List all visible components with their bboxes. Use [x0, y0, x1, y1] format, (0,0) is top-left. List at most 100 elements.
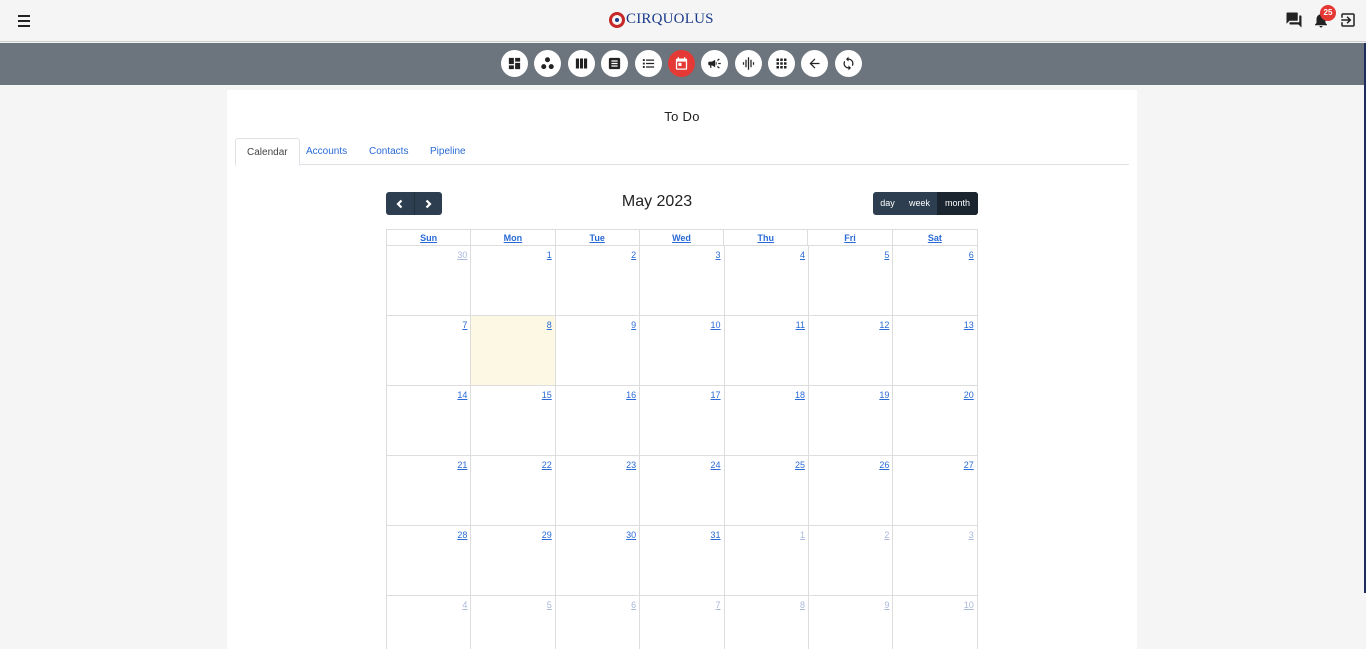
day-cell[interactable]: 14	[387, 386, 472, 455]
columns-icon[interactable]	[568, 50, 595, 77]
day-number[interactable]: 5	[547, 600, 552, 610]
day-number[interactable]: 19	[879, 390, 889, 400]
day-number[interactable]: 18	[795, 390, 805, 400]
calendar-icon[interactable]	[668, 50, 695, 77]
megaphone-icon[interactable]	[701, 50, 728, 77]
day-number[interactable]: 7	[462, 320, 467, 330]
day-cell[interactable]: 5	[809, 246, 894, 315]
dashboard-icon[interactable]	[501, 50, 528, 77]
day-number[interactable]: 30	[626, 530, 636, 540]
day-number[interactable]: 23	[626, 460, 636, 470]
view-week-button[interactable]: week	[902, 192, 937, 215]
day-cell[interactable]: 17	[640, 386, 725, 455]
day-number[interactable]: 22	[542, 460, 552, 470]
day-cell[interactable]: 19	[809, 386, 894, 455]
view-month-button[interactable]: month	[937, 192, 978, 215]
day-cell[interactable]: 25	[725, 456, 809, 525]
next-month-button[interactable]	[415, 192, 443, 215]
day-cell[interactable]: 4	[387, 596, 472, 649]
tab-calendar[interactable]: Calendar	[235, 138, 300, 166]
day-number[interactable]: 7	[716, 600, 721, 610]
day-number[interactable]: 2	[884, 530, 889, 540]
day-cell[interactable]: 18	[725, 386, 809, 455]
day-cell[interactable]: 2	[556, 246, 641, 315]
day-cell[interactable]: 3	[893, 526, 978, 595]
day-cell[interactable]: 23	[556, 456, 641, 525]
day-number[interactable]: 30	[457, 250, 467, 260]
weekday-thu[interactable]: Thu	[724, 230, 809, 245]
day-cell[interactable]: 20	[893, 386, 978, 455]
day-number[interactable]: 9	[884, 600, 889, 610]
day-number[interactable]: 20	[964, 390, 974, 400]
day-cell[interactable]: 15	[471, 386, 556, 455]
day-cell[interactable]: 16	[556, 386, 641, 455]
apps-grid-icon[interactable]	[768, 50, 795, 77]
day-number[interactable]: 1	[547, 250, 552, 260]
document-list-icon[interactable]	[601, 50, 628, 77]
weekday-tue[interactable]: Tue	[556, 230, 640, 245]
day-number[interactable]: 24	[711, 460, 721, 470]
day-number[interactable]: 25	[795, 460, 805, 470]
day-cell-today[interactable]: 8	[471, 316, 556, 385]
day-cell[interactable]: 3	[640, 246, 725, 315]
day-cell[interactable]: 9	[809, 596, 894, 649]
day-cell[interactable]: 12	[809, 316, 894, 385]
day-cell[interactable]: 10	[893, 596, 978, 649]
day-number[interactable]: 13	[964, 320, 974, 330]
day-number[interactable]: 15	[542, 390, 552, 400]
day-cell[interactable]: 9	[556, 316, 641, 385]
day-number[interactable]: 8	[800, 600, 805, 610]
day-number[interactable]: 10	[964, 600, 974, 610]
tab-accounts[interactable]: Accounts	[295, 138, 358, 165]
day-cell[interactable]: 1	[725, 526, 809, 595]
day-number[interactable]: 17	[711, 390, 721, 400]
day-number[interactable]: 3	[969, 530, 974, 540]
day-number[interactable]: 4	[462, 600, 467, 610]
day-number[interactable]: 26	[879, 460, 889, 470]
brand-logo[interactable]: CIRQUOLUS	[609, 11, 714, 28]
day-number[interactable]: 11	[796, 320, 805, 330]
day-cell[interactable]: 22	[471, 456, 556, 525]
day-cell[interactable]: 7	[640, 596, 725, 649]
prev-month-button[interactable]	[386, 192, 414, 215]
day-number[interactable]: 4	[800, 250, 805, 260]
day-cell[interactable]: 11	[725, 316, 809, 385]
audio-wave-icon[interactable]	[735, 50, 762, 77]
day-cell[interactable]: 24	[640, 456, 725, 525]
day-cell[interactable]: 6	[893, 246, 978, 315]
day-cell[interactable]: 7	[387, 316, 472, 385]
day-cell[interactable]: 31	[640, 526, 725, 595]
weekday-sun[interactable]: Sun	[387, 230, 472, 245]
day-cell[interactable]: 26	[809, 456, 894, 525]
day-cell[interactable]: 28	[387, 526, 472, 595]
day-cell[interactable]: 21	[387, 456, 472, 525]
weekday-sat[interactable]: Sat	[893, 230, 977, 245]
day-cell[interactable]: 30	[387, 246, 472, 315]
day-number[interactable]: 31	[711, 530, 721, 540]
day-number[interactable]: 27	[964, 460, 974, 470]
chat-icon[interactable]	[1285, 11, 1303, 29]
day-number[interactable]: 29	[542, 530, 552, 540]
day-cell[interactable]: 10	[640, 316, 725, 385]
day-cell[interactable]: 6	[556, 596, 641, 649]
day-cell[interactable]: 2	[809, 526, 894, 595]
day-number[interactable]: 16	[626, 390, 636, 400]
day-cell[interactable]: 13	[893, 316, 978, 385]
day-number[interactable]: 6	[631, 600, 636, 610]
tab-contacts[interactable]: Contacts	[358, 138, 419, 165]
day-number[interactable]: 9	[631, 320, 636, 330]
day-number[interactable]: 5	[884, 250, 889, 260]
view-day-button[interactable]: day	[873, 192, 902, 215]
day-number[interactable]: 21	[457, 460, 467, 470]
bullet-list-icon[interactable]	[635, 50, 662, 77]
logout-icon[interactable]	[1339, 11, 1357, 29]
day-cell[interactable]: 5	[471, 596, 556, 649]
cluster-icon[interactable]	[534, 50, 561, 77]
day-number[interactable]: 6	[969, 250, 974, 260]
day-number[interactable]: 12	[879, 320, 889, 330]
refresh-icon[interactable]	[835, 50, 862, 77]
weekday-mon[interactable]: Mon	[471, 230, 556, 245]
tab-pipeline[interactable]: Pipeline	[419, 138, 477, 165]
weekday-wed[interactable]: Wed	[640, 230, 725, 245]
arrow-left-icon[interactable]	[801, 50, 828, 77]
